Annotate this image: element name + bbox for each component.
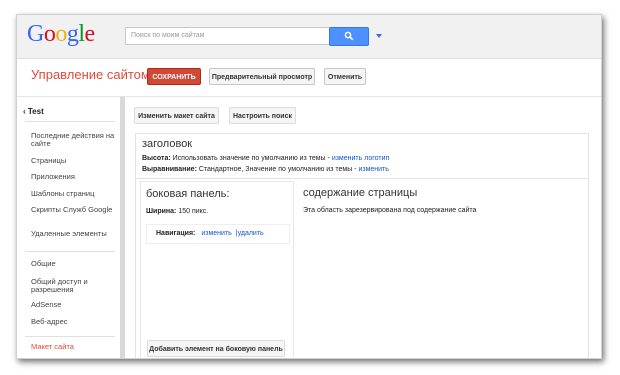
main-content-text: Эта область зарезервирована под содержан… [303, 207, 477, 214]
sidebar-item-apps-scripts[interactable]: Скрипты Служб Google [31, 206, 115, 214]
navigation-gadget: Навигация: изменить |удалить [146, 224, 290, 244]
google-logo[interactable]: Google [27, 21, 95, 48]
logo-letter: e [84, 21, 96, 47]
logo-letter: o [55, 21, 67, 47]
main-content-title: содержание страницы [303, 187, 418, 199]
header-height-line: Высота: Использовать значение по умолчан… [142, 155, 389, 162]
align-value: Стандартное, Значение по умолчанию из те… [198, 166, 357, 173]
sidebar-item-deleted-items[interactable]: Удаленные элементы [31, 230, 115, 238]
sidebar-item-recent-activity[interactable]: Последние действия на сайте [31, 132, 115, 148]
title-bar: Управление сайтом СОХРАНИТЬ Предваритель… [17, 59, 601, 97]
side-panel-region: боковая панель: Ширина: 150 пикс. Навига… [140, 181, 294, 358]
page-title: Управление сайтом [31, 67, 150, 82]
save-button[interactable]: СОХРАНИТЬ [147, 68, 201, 85]
logo-letter: o [43, 21, 56, 47]
sidebar-item-adsense[interactable]: AdSense [31, 301, 115, 309]
header-align-line: Выравнивание: Стандартное, Значение по у… [142, 166, 389, 173]
change-layout-button[interactable]: Изменить макет сайта [134, 107, 219, 124]
side-panel-title: боковая панель: [146, 188, 230, 200]
align-label: Выравнивание: [142, 166, 197, 173]
height-label: Высота: [142, 155, 171, 162]
navigation-delete-link[interactable]: удалить [238, 230, 264, 237]
change-align-link[interactable]: изменить [358, 166, 388, 173]
sidebar-item-sharing[interactable]: Общий доступ и разрешения [31, 278, 115, 294]
layout-editor: Изменить макет сайта Настроить поиск заг… [125, 97, 601, 358]
side-panel-width: Ширина: 150 пикс. [146, 208, 208, 215]
preview-button[interactable]: Предварительный просмотр [209, 68, 315, 85]
sidebar: ‹ Test Последние действия на сайте Стран… [17, 97, 120, 358]
sidebar-item-pages[interactable]: Страницы [31, 157, 115, 165]
cancel-button[interactable]: Отменить [324, 68, 366, 85]
change-logo-link[interactable]: изменить логотип [332, 155, 390, 162]
sidebar-item-page-templates[interactable]: Шаблоны страниц [31, 190, 115, 198]
search-icon [344, 31, 354, 41]
google-top-bar: Google Поиск по моим сайтам [17, 15, 601, 59]
add-gadget-button[interactable]: Добавить элемент на боковую панель [147, 340, 285, 357]
sidebar-item-web-address[interactable]: Веб-адрес [31, 318, 115, 326]
layout-preview: заголовок Высота: Использовать значение … [135, 133, 589, 358]
width-value: 150 пикс. [178, 208, 209, 215]
sidebar-item-apps[interactable]: Приложения [31, 173, 115, 181]
app-window: Google Поиск по моим сайтам Управление с… [16, 14, 602, 359]
chevron-down-icon[interactable] [376, 34, 382, 38]
sidebar-item-site-layout[interactable]: Макет сайта [31, 343, 115, 351]
navigation-edit-link[interactable]: изменить [201, 230, 231, 237]
sidebar-back-link[interactable]: ‹ Test [23, 107, 44, 116]
height-value: Использовать значение по умолчанию из те… [172, 155, 330, 162]
main-content-region: содержание страницы Эта область зарезерв… [298, 181, 588, 358]
logo-letter: g [66, 21, 79, 47]
divider [25, 251, 115, 252]
search-input[interactable]: Поиск по моим сайтам [125, 27, 331, 45]
navigation-label: Навигация: [156, 230, 196, 237]
header-region: заголовок Высота: Использовать значение … [136, 134, 588, 179]
width-label: Ширина: [146, 208, 177, 215]
configure-search-button[interactable]: Настроить поиск [229, 107, 296, 124]
divider [25, 121, 115, 122]
divider [25, 336, 115, 337]
sidebar-back-label: Test [27, 107, 44, 116]
sidebar-item-general[interactable]: Общие [31, 260, 115, 268]
header-region-title: заголовок [142, 138, 193, 150]
search-button[interactable] [329, 27, 369, 46]
logo-letter: G [27, 21, 44, 47]
